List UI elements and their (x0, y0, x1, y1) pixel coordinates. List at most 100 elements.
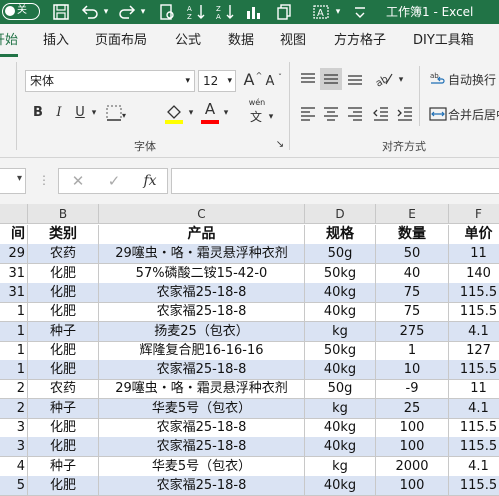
cell-f[interactable]: 115.5 (449, 437, 499, 458)
tab-formulas[interactable]: 公式 (175, 32, 201, 50)
cell-e[interactable]: 50 (376, 244, 449, 265)
customize-toolbar-icon[interactable] (352, 2, 368, 22)
cell-d[interactable]: 50kg (305, 263, 376, 284)
orientation-icon[interactable]: ab (374, 70, 396, 88)
cell-f[interactable]: 11 (449, 244, 499, 265)
cell-d[interactable]: 40kg (305, 282, 376, 303)
header-cell-b[interactable]: 类别 (28, 225, 99, 245)
tab-fangfang[interactable]: 方方格子 (334, 32, 386, 50)
fill-dropdown-icon[interactable]: ▾ (186, 104, 196, 122)
undo-icon[interactable] (80, 2, 100, 22)
undo-dropdown-icon[interactable]: ▾ (101, 2, 111, 22)
cell-a[interactable]: 31 (0, 263, 28, 284)
cell-a[interactable]: 1 (0, 321, 28, 342)
decrease-indent-icon[interactable] (372, 105, 390, 121)
cell-f[interactable]: 4.1 (449, 321, 499, 342)
cell-c[interactable]: 扬麦25（包衣） (99, 321, 305, 342)
cell-a[interactable]: 1 (0, 340, 28, 361)
cell-a[interactable]: 31 (0, 282, 28, 303)
cell-f[interactable]: 4.1 (449, 457, 499, 477)
cell-d[interactable]: 50g (305, 379, 376, 400)
cell-d[interactable]: kg (305, 321, 376, 342)
header-cell-a[interactable]: 间 (0, 225, 28, 245)
cell-b[interactable]: 化肥 (28, 282, 99, 303)
cell-f[interactable]: 127 (449, 341, 499, 361)
redo-icon[interactable] (117, 2, 137, 22)
insert-function-button[interactable]: fx (135, 169, 165, 193)
align-bottom-icon[interactable] (346, 71, 364, 87)
redo-dropdown-icon[interactable]: ▾ (138, 2, 148, 22)
print-preview-icon[interactable] (158, 2, 176, 22)
cell-b[interactable]: 化肥 (28, 263, 99, 284)
formula-input[interactable] (171, 168, 499, 194)
cell-e[interactable]: 100 (376, 437, 449, 458)
cell-c[interactable]: 29噻虫・咯・霜灵悬浮种衣剂 (99, 244, 305, 265)
cell-f[interactable]: 11 (449, 379, 499, 400)
cell-f[interactable]: 4.1 (449, 398, 499, 419)
tab-view[interactable]: 视图 (280, 32, 306, 50)
cell-e[interactable]: 275 (376, 321, 449, 342)
tab-page-layout[interactable]: 页面布局 (95, 32, 147, 50)
cell-f[interactable]: 115.5 (449, 282, 499, 303)
orientation-dropdown-icon[interactable]: ▾ (396, 71, 406, 89)
wrap-text-button[interactable]: 自动换行 (448, 71, 496, 89)
cell-e[interactable]: 40 (376, 263, 449, 284)
align-right-icon[interactable] (346, 105, 364, 121)
column-header-a[interactable] (0, 204, 28, 224)
name-box[interactable]: ▾ (0, 168, 26, 194)
cancel-icon[interactable]: ✕ (63, 169, 93, 193)
cell-c[interactable]: 57%磷酸二铵15-42-0 (99, 263, 305, 284)
column-header-d[interactable]: D (305, 204, 376, 224)
wrap-text-icon[interactable]: ab (429, 70, 447, 88)
cell-b[interactable]: 农药 (28, 379, 99, 400)
tab-home[interactable]: 开始 (0, 32, 19, 57)
font-color-dropdown-icon[interactable]: ▾ (221, 104, 231, 122)
cell-b[interactable]: 化肥 (28, 437, 99, 458)
cell-e[interactable]: 25 (376, 398, 449, 419)
save-icon[interactable] (52, 2, 70, 22)
borders-icon[interactable]: ▾ (104, 103, 128, 125)
sort-icon[interactable]: AZ (186, 2, 208, 22)
cell-a[interactable]: 29 (0, 244, 28, 265)
cell-d[interactable]: 40kg (305, 418, 376, 438)
cell-b[interactable]: 化肥 (28, 475, 99, 496)
cell-e[interactable]: 75 (376, 282, 449, 303)
cell-d[interactable]: 40kg (305, 475, 376, 496)
cell-b[interactable]: 种子 (28, 398, 99, 419)
header-cell-d[interactable]: 规格 (305, 225, 376, 245)
cell-c[interactable]: 辉隆复合肥16-16-16 (99, 340, 305, 361)
column-header-f[interactable]: F (449, 204, 499, 224)
column-header-c[interactable]: C (99, 204, 305, 224)
cell-f[interactable]: 115.5 (449, 302, 499, 323)
enter-icon[interactable]: ✓ (99, 169, 129, 193)
cell-d[interactable]: kg (305, 398, 376, 419)
cell-c[interactable]: 农家福25-18-8 (99, 282, 305, 303)
header-cell-e[interactable]: 数量 (376, 225, 449, 245)
chart-icon[interactable] (244, 2, 264, 22)
font-name-dropdown[interactable]: 宋体 ▾ (25, 70, 195, 92)
cell-b[interactable]: 农药 (28, 244, 99, 265)
cell-a[interactable]: 3 (0, 437, 28, 458)
header-cell-f[interactable]: 单价 (449, 225, 499, 245)
cell-b[interactable]: 化肥 (28, 302, 99, 323)
cell-e[interactable]: 100 (376, 418, 449, 438)
cell-e[interactable]: 100 (376, 475, 449, 496)
cell-c[interactable]: 华麦5号（包衣） (99, 398, 305, 419)
font-color-button[interactable]: A (201, 100, 219, 118)
underline-button[interactable]: U (72, 104, 88, 122)
phonetic-label[interactable]: wén (246, 98, 268, 108)
tab-insert[interactable]: 插入 (43, 32, 69, 50)
cell-d[interactable]: kg (305, 456, 376, 477)
cell-a[interactable]: 2 (0, 398, 28, 419)
sort-desc-icon[interactable]: ZA (215, 2, 237, 22)
underline-dropdown-icon[interactable]: ▾ (89, 104, 99, 122)
cell-f[interactable]: 140 (449, 264, 499, 284)
cell-d[interactable]: 40kg (305, 302, 376, 323)
cell-a[interactable]: 4 (0, 456, 28, 477)
cell-f[interactable]: 115.5 (449, 360, 499, 381)
cell-b[interactable]: 种子 (28, 321, 99, 342)
phonetic-dropdown-icon[interactable]: ▾ (266, 108, 276, 126)
cell-e[interactable]: 2000 (376, 456, 449, 477)
cell-c[interactable]: 农家福25-18-8 (99, 437, 305, 458)
cell-a[interactable]: 1 (0, 360, 28, 381)
